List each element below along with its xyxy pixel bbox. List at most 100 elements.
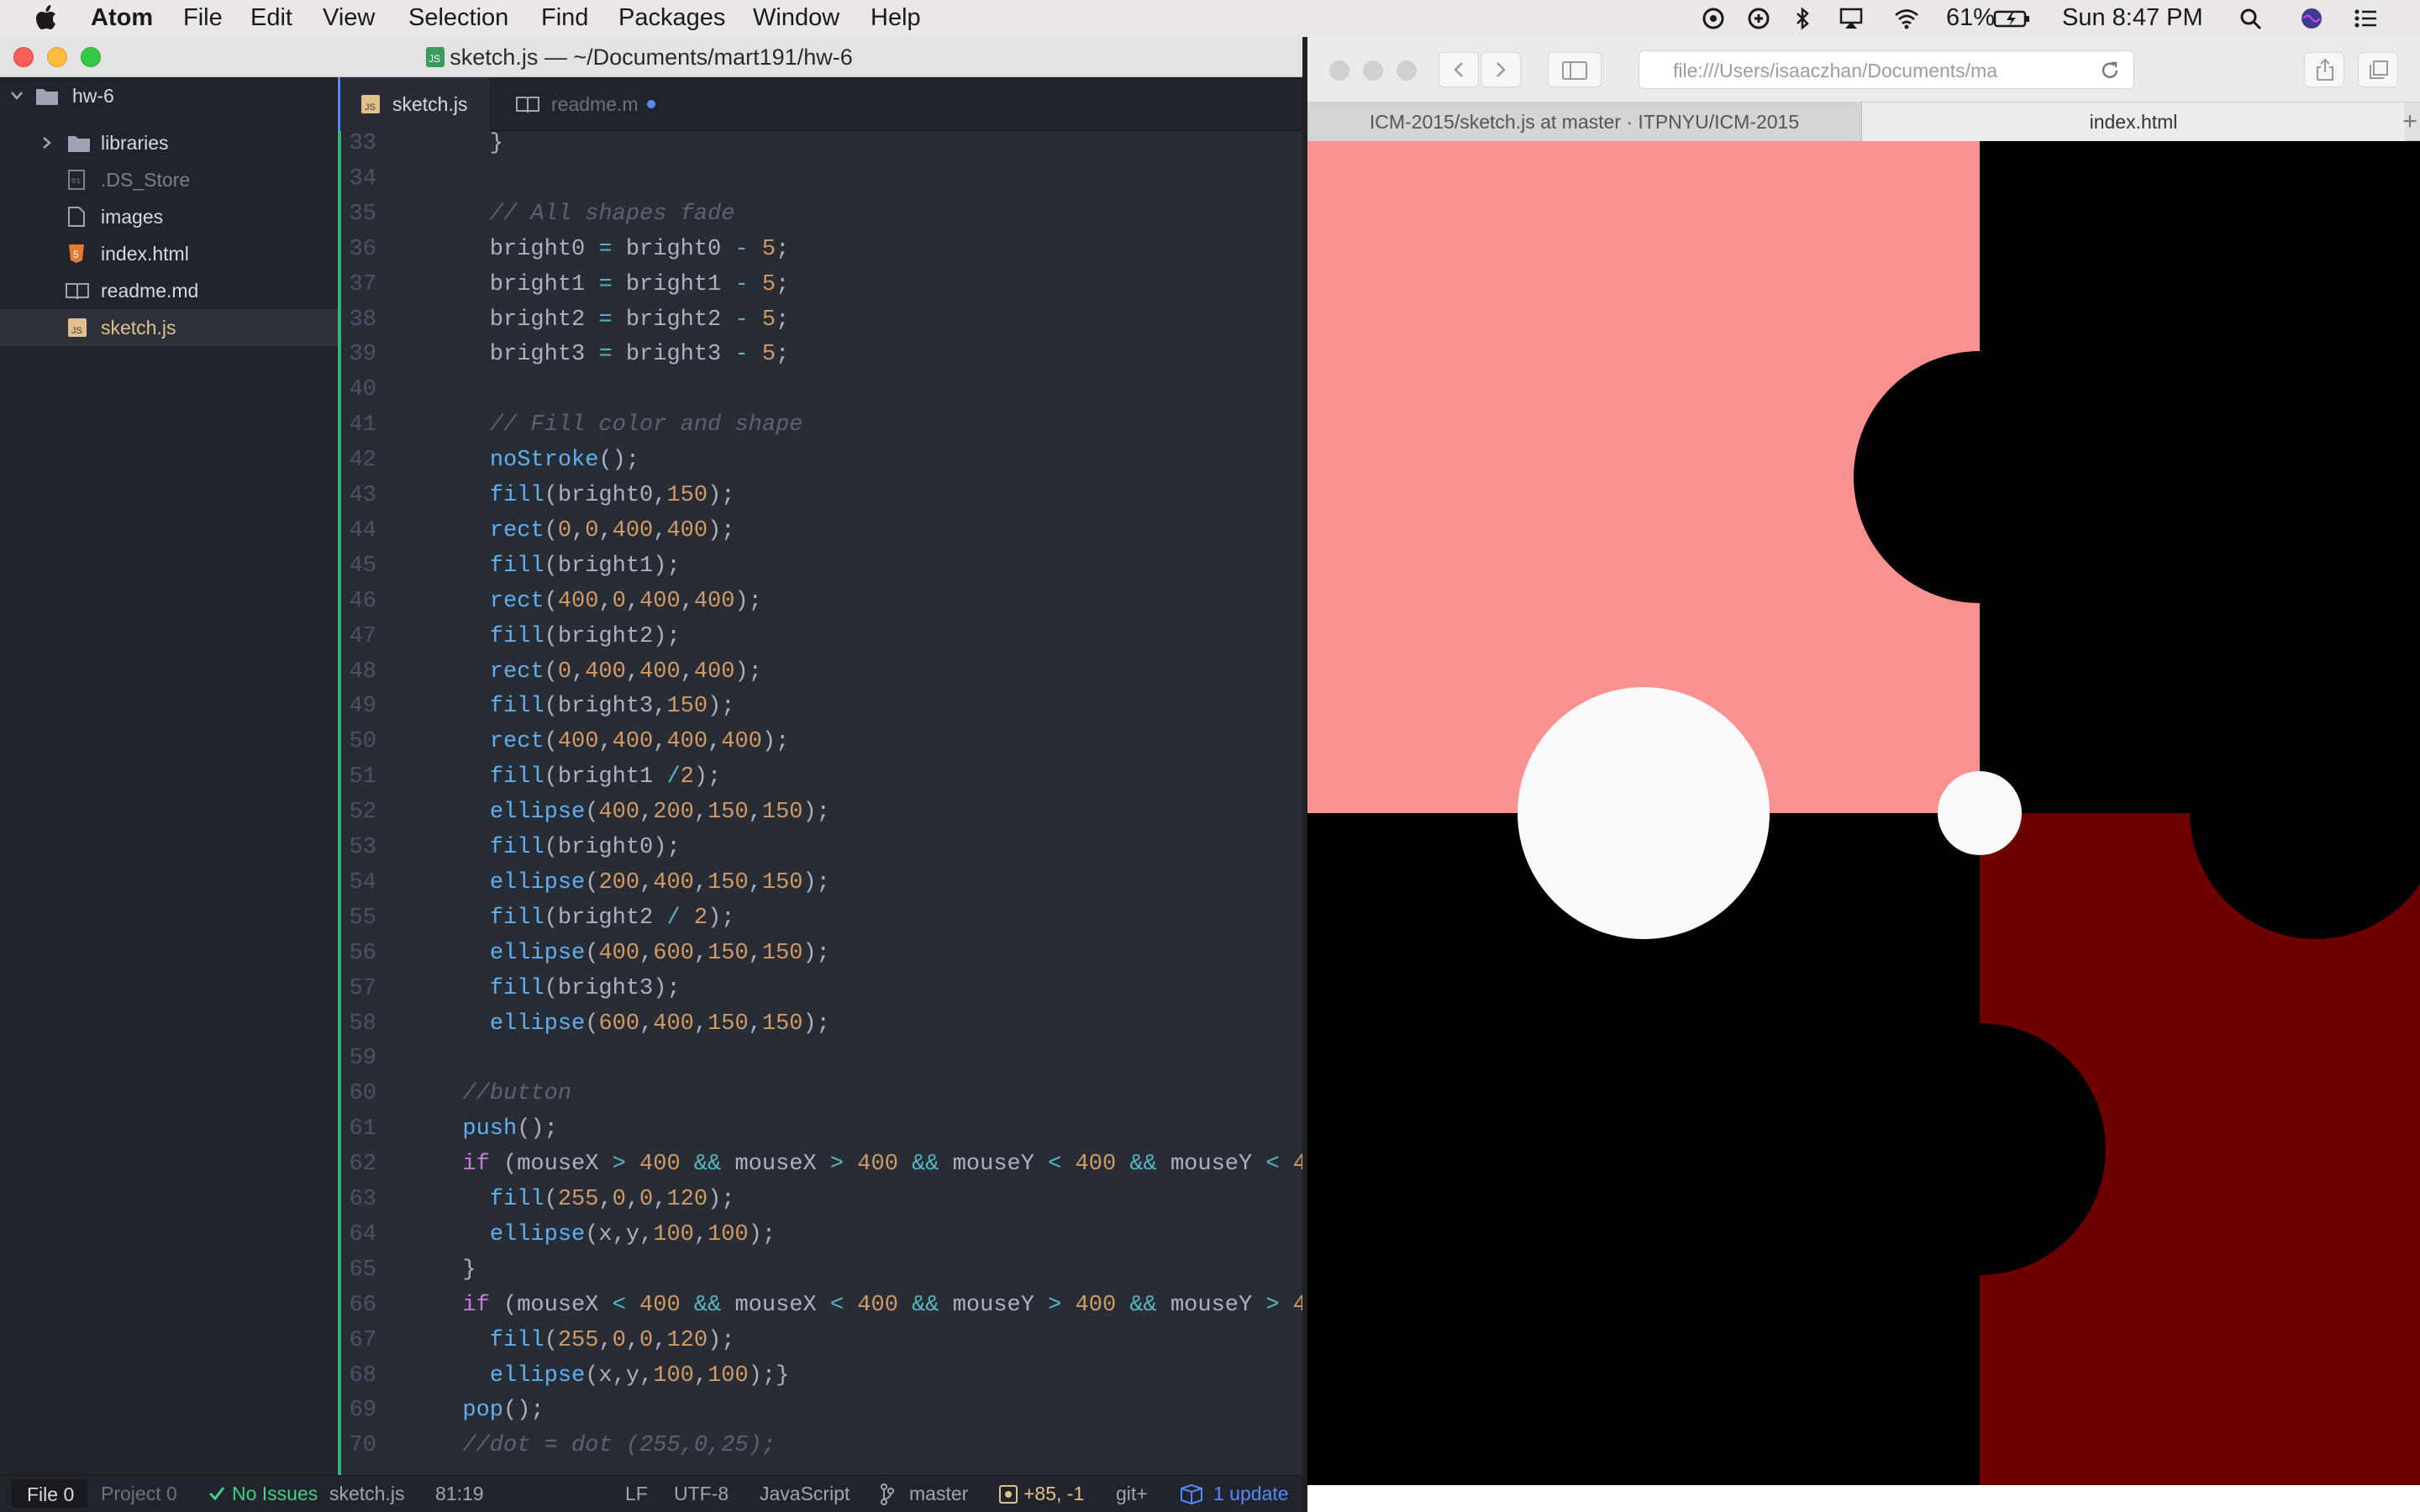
- close-window-button[interactable]: [1329, 60, 1349, 81]
- code-line[interactable]: 57 fill(bright3);: [338, 971, 1302, 1006]
- code-editor[interactable]: 33 } 34 35 // All shapes fade 36 bright0 = …: [338, 131, 1302, 1492]
- share-button[interactable]: [2304, 52, 2344, 87]
- tree-item-sketch-js[interactable]: JS sketch.js: [0, 309, 338, 346]
- minimize-window-button[interactable]: [1363, 60, 1383, 81]
- code-line[interactable]: 60 //button: [338, 1076, 1302, 1111]
- menu-window[interactable]: Window: [753, 4, 839, 32]
- code-line[interactable]: 50 rect(400,400,400,400);: [338, 724, 1302, 759]
- zoom-window-button[interactable]: [1397, 60, 1417, 81]
- status-filename[interactable]: sketch.js: [329, 1483, 404, 1505]
- code-line[interactable]: 37 bright1 = bright1 - 5;: [338, 267, 1302, 302]
- git-diff-count[interactable]: +85, -1: [1023, 1483, 1084, 1505]
- clock[interactable]: Sun 8:47 PM: [2062, 4, 2203, 32]
- apple-menu-icon[interactable]: [35, 5, 57, 30]
- back-button[interactable]: [1439, 52, 1479, 87]
- code-line[interactable]: 63 fill(255,0,0,120);: [338, 1182, 1302, 1217]
- code-line[interactable]: 64 ellipse(x,y,100,100);: [338, 1217, 1302, 1252]
- code-line[interactable]: 43 fill(bright0,150);: [338, 478, 1302, 513]
- code-line[interactable]: 36 bright0 = bright0 - 5;: [338, 232, 1302, 267]
- close-window-button[interactable]: [13, 47, 34, 67]
- code-line[interactable]: 35 // All shapes fade: [338, 197, 1302, 232]
- sync-icon[interactable]: [1746, 7, 1771, 30]
- tab-overview-button[interactable]: [2358, 52, 2398, 87]
- new-tab-button[interactable]: +: [2400, 102, 2420, 141]
- siri-icon[interactable]: [2299, 7, 2324, 30]
- tree-item-images[interactable]: images: [0, 198, 338, 235]
- code-line[interactable]: 70 //dot = dot (255,0,25);: [338, 1428, 1302, 1463]
- sketch-canvas[interactable]: [1307, 141, 2420, 1485]
- code-line[interactable]: 55 fill(bright2 / 2);: [338, 900, 1302, 936]
- tab-index-html[interactable]: index.html: [1862, 102, 2405, 141]
- encoding[interactable]: UTF-8: [674, 1483, 729, 1505]
- airplay-icon[interactable]: [1839, 7, 1864, 30]
- line-number: 63: [349, 1187, 376, 1212]
- bluetooth-icon[interactable]: [1790, 7, 1815, 30]
- code-line[interactable]: 59: [338, 1041, 1302, 1076]
- code-line[interactable]: 45 fill(bright1);: [338, 549, 1302, 584]
- code-line[interactable]: 58 ellipse(600,400,150,150);: [338, 1006, 1302, 1042]
- code-line[interactable]: 34: [338, 161, 1302, 197]
- code-line[interactable]: 46 rect(400,0,400,400);: [338, 584, 1302, 619]
- code-line[interactable]: 69 pop();: [338, 1393, 1302, 1428]
- menu-selection[interactable]: Selection: [408, 4, 508, 32]
- grammar[interactable]: JavaScript: [760, 1483, 850, 1505]
- tab-github-sketch[interactable]: ICM-2015/sketch.js at master · ITPNYU/IC…: [1307, 102, 1862, 141]
- tab-readme[interactable]: readme.m: [489, 77, 674, 131]
- code-line[interactable]: 38 bright2 = bright2 - 5;: [338, 302, 1302, 338]
- git-branch[interactable]: master: [909, 1483, 968, 1505]
- code-line[interactable]: 52 ellipse(400,200,150,150);: [338, 795, 1302, 830]
- notification-center-icon[interactable]: [2353, 7, 2378, 30]
- project-diagnostics-tab[interactable]: Project 0: [101, 1483, 177, 1505]
- code-line[interactable]: 39 bright3 = bright3 - 5;: [338, 337, 1302, 372]
- code-line[interactable]: 67 fill(255,0,0,120);: [338, 1323, 1302, 1358]
- menu-view[interactable]: View: [323, 4, 375, 32]
- code-line[interactable]: 44 rect(0,0,400,400);: [338, 513, 1302, 549]
- code-token: ,: [693, 1011, 708, 1037]
- creative-cloud-icon[interactable]: [1701, 7, 1726, 30]
- cursor-position[interactable]: 81:19: [435, 1483, 484, 1505]
- code-line[interactable]: 66 if (mouseX < 400 && mouseX < 400 && m…: [338, 1288, 1302, 1323]
- menu-file[interactable]: File: [183, 4, 223, 32]
- tree-item-readme[interactable]: readme.md: [0, 272, 338, 309]
- code-line[interactable]: 62 if (mouseX > 400 && mouseX > 400 && m…: [338, 1147, 1302, 1182]
- menu-find[interactable]: Find: [541, 4, 588, 32]
- menu-edit[interactable]: Edit: [250, 4, 292, 32]
- code-line[interactable]: 61 push();: [338, 1111, 1302, 1147]
- minimize-window-button[interactable]: [47, 47, 67, 67]
- menu-packages[interactable]: Packages: [618, 4, 725, 32]
- code-line[interactable]: 65 }: [338, 1252, 1302, 1288]
- tab-sketch-js[interactable]: JS sketch.js: [338, 77, 489, 131]
- forward-button[interactable]: [1481, 52, 1521, 87]
- zoom-window-button[interactable]: [81, 47, 101, 67]
- package-update[interactable]: 1 update: [1213, 1483, 1289, 1505]
- code-line[interactable]: 51 fill(bright1 /2);: [338, 759, 1302, 795]
- code-line[interactable]: 42 noStroke();: [338, 443, 1302, 478]
- line-ending[interactable]: LF: [625, 1483, 648, 1505]
- code-line[interactable]: 56 ellipse(400,600,150,150);: [338, 936, 1302, 971]
- no-issues-status[interactable]: No Issues: [232, 1483, 318, 1505]
- code-line[interactable]: 40: [338, 372, 1302, 407]
- tree-item-ds-store[interactable]: 01 .DS_Store: [0, 161, 338, 198]
- reload-icon[interactable]: [2100, 60, 2120, 81]
- spotlight-search-icon[interactable]: [2238, 7, 2264, 30]
- battery-icon[interactable]: [1993, 7, 2030, 30]
- tree-root-folder[interactable]: hw-6: [0, 77, 338, 114]
- code-line[interactable]: 48 rect(0,400,400,400);: [338, 654, 1302, 690]
- code-line[interactable]: 41 // Fill color and shape: [338, 407, 1302, 443]
- code-line[interactable]: 53 fill(bright0);: [338, 830, 1302, 865]
- tree-item-libraries[interactable]: libraries: [0, 124, 338, 161]
- code-line[interactable]: 54 ellipse(200,400,150,150);: [338, 865, 1302, 900]
- tree-item-index-html[interactable]: 5 index.html: [0, 235, 338, 272]
- code-line[interactable]: 47 fill(bright2);: [338, 619, 1302, 654]
- file-diagnostics-tab[interactable]: File 0: [12, 1479, 87, 1508]
- code-line[interactable]: 68 ellipse(x,y,100,100);}: [338, 1358, 1302, 1394]
- sidebar-button[interactable]: [1548, 52, 1602, 87]
- wifi-icon[interactable]: [1894, 7, 1919, 30]
- atom-title-bar[interactable]: JS sketch.js — ~/Documents/mart191/hw-6: [0, 37, 1302, 77]
- address-bar[interactable]: file:///Users/isaaczhan/Documents/ma: [1639, 50, 2134, 89]
- menu-app-name[interactable]: Atom: [91, 4, 153, 32]
- git-plus[interactable]: git+: [1116, 1483, 1148, 1505]
- code-line[interactable]: 49 fill(bright3,150);: [338, 689, 1302, 724]
- code-line[interactable]: 33 }: [338, 131, 1302, 161]
- menu-help[interactable]: Help: [871, 4, 921, 32]
